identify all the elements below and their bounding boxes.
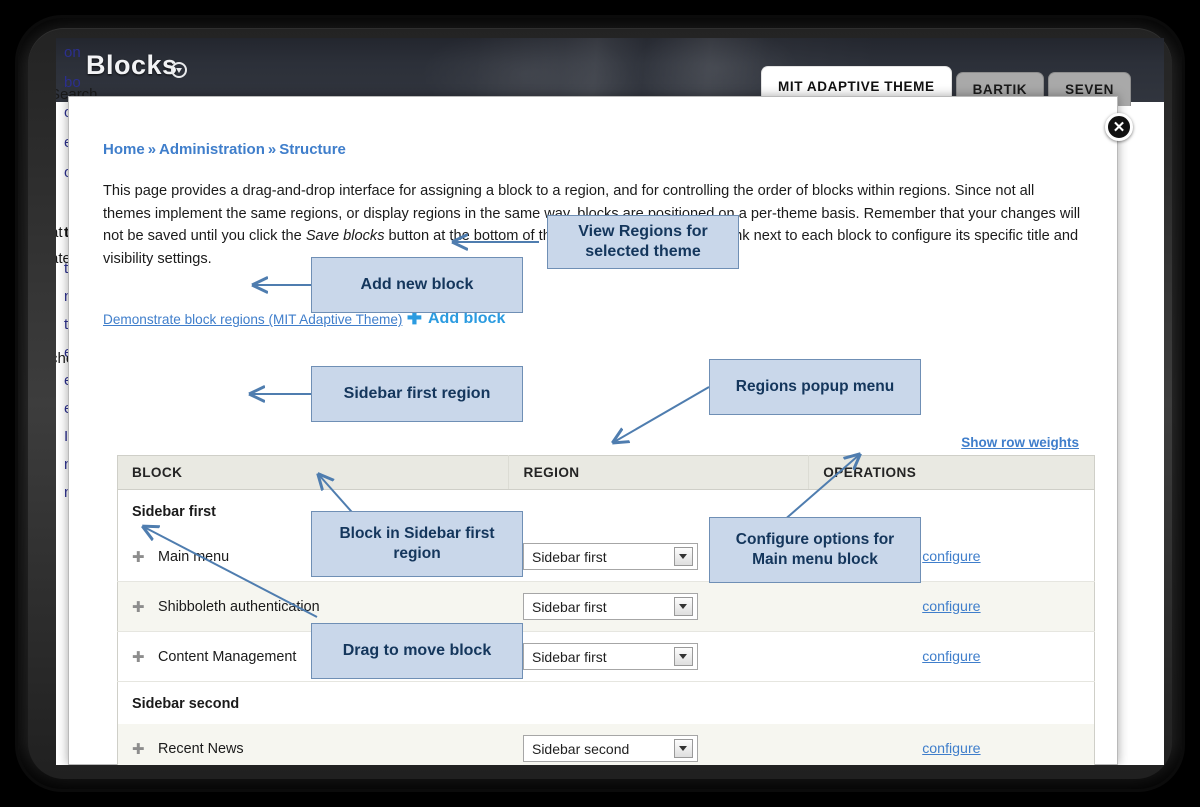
configure-link[interactable]: configure — [922, 549, 980, 565]
annotation-drag-to-move-block: Drag to move block — [311, 623, 523, 679]
region-label: Sidebar second — [132, 696, 240, 712]
device-frame: Blocks MIT ADAPTIVE THEME BARTIK SEVEN o… — [18, 18, 1182, 789]
drag-handle-icon[interactable]: ✚ — [132, 598, 148, 616]
chevron-down-icon[interactable] — [673, 647, 693, 666]
drag-handle-icon[interactable]: ✚ — [132, 648, 148, 666]
table-header-row: BLOCK REGION OPERATIONS — [117, 455, 1095, 490]
breadcrumb-item-structure[interactable]: Structure — [279, 141, 346, 158]
region-select-value: Sidebar first — [531, 648, 607, 665]
block-cell: ✚ Recent News — [117, 724, 509, 765]
browser-viewport: Blocks MIT ADAPTIVE THEME BARTIK SEVEN o… — [56, 38, 1164, 765]
breadcrumb-separator: » — [147, 141, 157, 158]
region-empty-cell — [809, 682, 1095, 725]
table-row: ✚ Main menu Sidebar first configure — [117, 532, 1095, 582]
column-header-operations: OPERATIONS — [808, 455, 1095, 490]
table-row: ✚ Content Management Sidebar first config… — [117, 631, 1095, 682]
region-select-value: Sidebar first — [531, 548, 607, 565]
annotation-configure-options: Configure options for Main menu block — [709, 517, 921, 583]
table-body: Sidebar first ✚ Main menu Sidebar first — [117, 490, 1095, 765]
table-row: ✚ Recent News Sidebar second configure — [117, 724, 1095, 765]
close-icon[interactable]: ✕ — [1105, 113, 1133, 141]
blocks-table: BLOCK REGION OPERATIONS Sidebar first ✚ … — [117, 455, 1095, 765]
column-header-block: BLOCK — [117, 455, 510, 490]
region-select-value: Sidebar first — [531, 598, 607, 615]
drag-handle-icon[interactable]: ✚ — [132, 548, 148, 566]
breadcrumb-separator: » — [267, 141, 277, 158]
annotation-view-regions: View Regions for selected theme — [547, 215, 739, 269]
breadcrumb: Home» Administration» Structure — [103, 141, 1083, 158]
site-header: Blocks MIT ADAPTIVE THEME BARTIK SEVEN — [56, 38, 1164, 106]
region-row-sidebar-second: Sidebar second — [118, 682, 1095, 725]
region-select[interactable]: Sidebar first — [522, 643, 698, 670]
show-row-weights-link[interactable]: Show row weights — [961, 435, 1079, 450]
region-cell: Sidebar first — [508, 581, 809, 632]
circle-arrow-down-icon[interactable] — [171, 62, 187, 78]
arrow-regions-popup — [614, 386, 710, 442]
annotation-block-in-sidebar-first-region: Block in Sidebar first region — [311, 511, 523, 577]
region-row-sidebar-first: Sidebar first — [118, 490, 1095, 533]
operations-cell: configure — [808, 581, 1095, 632]
annotation-sidebar-first-region: Sidebar first region — [311, 366, 523, 422]
annotation-add-new-block: Add new block — [311, 257, 523, 313]
region-select[interactable]: Sidebar first — [522, 543, 698, 570]
modal-body: Home» Administration» Structure This page … — [69, 97, 1117, 765]
region-empty-cell — [509, 682, 809, 725]
operations-cell: configure — [808, 631, 1095, 682]
region-cell: Sidebar second — [508, 724, 809, 765]
configure-link[interactable]: configure — [922, 741, 980, 757]
chevron-down-icon[interactable] — [673, 739, 693, 758]
operations-cell: configure — [808, 724, 1095, 765]
table-row: ✚ Shibboleth authentication Sidebar first… — [117, 581, 1095, 632]
blocks-modal-dialog: ✕ Home» Administration» Structure This pag… — [68, 96, 1133, 765]
configure-link[interactable]: configure — [922, 599, 980, 615]
configure-link[interactable]: configure — [922, 649, 980, 665]
region-select-value: Sidebar second — [531, 740, 630, 757]
table-head: BLOCK REGION OPERATIONS — [117, 455, 1095, 490]
region-select[interactable]: Sidebar first — [522, 593, 698, 620]
block-name: Content Management — [158, 648, 297, 665]
page-title: Blocks — [86, 50, 178, 80]
intro-emphasis-save-blocks: Save blocks — [305, 228, 385, 245]
block-name: Shibboleth authentication — [158, 598, 320, 615]
annotation-regions-popup-menu: Regions popup menu — [709, 359, 921, 415]
breadcrumb-item-home[interactable]: Home — [103, 141, 145, 158]
breadcrumb-item-administration[interactable]: Administration — [159, 141, 265, 158]
block-name: Recent News — [158, 740, 244, 757]
background-text: on — [64, 44, 81, 61]
region-cell: Sidebar first — [508, 631, 809, 682]
demonstrate-block-regions-link[interactable]: Demonstrate block regions (MIT Adaptive … — [103, 312, 402, 327]
drag-handle-icon[interactable]: ✚ — [132, 740, 148, 758]
region-select[interactable]: Sidebar second — [522, 735, 698, 762]
chevron-down-icon[interactable] — [673, 597, 693, 616]
column-header-region: REGION — [508, 455, 810, 490]
block-name: Main menu — [158, 548, 230, 565]
chevron-down-icon[interactable] — [673, 547, 693, 566]
